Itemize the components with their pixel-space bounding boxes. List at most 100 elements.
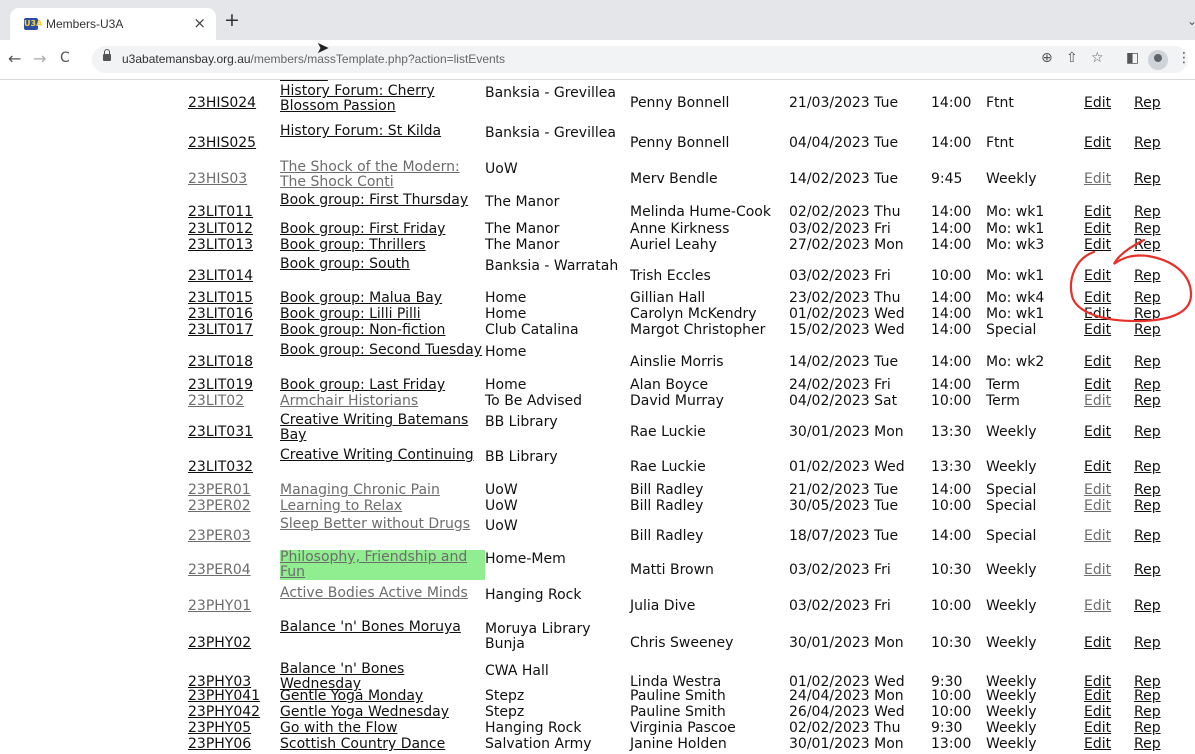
- edit-link-text[interactable]: Edit: [1084, 171, 1111, 187]
- event-code-link-text[interactable]: 23PHY06: [188, 736, 251, 752]
- course-title-link[interactable]: Sleep Better without Drugs: [280, 517, 485, 532]
- edit-link[interactable]: Edit: [1084, 689, 1111, 704]
- edit-link[interactable]: Edit: [1084, 499, 1111, 514]
- event-code-link-text[interactable]: 23PER01: [188, 482, 251, 498]
- event-code-link[interactable]: 23LIT011: [188, 205, 253, 220]
- course-title-link-text[interactable]: Balance 'n' Bones Moruya: [280, 619, 461, 635]
- course-title-link[interactable]: Book group: South: [280, 257, 485, 272]
- event-code-link-text[interactable]: 23PER04: [188, 562, 251, 578]
- event-code-link[interactable]: 23PHY041: [188, 689, 260, 704]
- edit-link-text[interactable]: Edit: [1084, 221, 1111, 237]
- event-code-link-text[interactable]: 23LIT013: [188, 237, 253, 253]
- rep-link-text[interactable]: Rep: [1134, 720, 1161, 736]
- event-code-link[interactable]: 23HIS025: [188, 136, 256, 151]
- event-code-link[interactable]: 23LIT012: [188, 222, 253, 237]
- rep-link[interactable]: Rep: [1134, 425, 1161, 440]
- edit-link[interactable]: Edit: [1084, 636, 1111, 651]
- rep-link-text[interactable]: Rep: [1134, 135, 1161, 151]
- rep-link-text[interactable]: Rep: [1134, 598, 1161, 614]
- course-title-link-text[interactable]: The Shock of the Modern: The Shock Conti: [280, 159, 460, 190]
- course-title-link[interactable]: Active Bodies Active Minds: [280, 586, 485, 601]
- event-code-link-text[interactable]: 23PHY041: [188, 688, 260, 704]
- edit-link-text[interactable]: Edit: [1084, 268, 1111, 284]
- course-title-link[interactable]: History Forum: St Kilda: [280, 124, 485, 139]
- course-title-link-text[interactable]: History Forum: St Kilda: [280, 123, 441, 139]
- edit-link[interactable]: Edit: [1084, 721, 1111, 736]
- event-code-link-text[interactable]: 23PHY05: [188, 720, 251, 736]
- event-code-link[interactable]: 23LIT016: [188, 307, 253, 322]
- course-title-link[interactable]: Philosophy, Friendship and Fun: [280, 550, 485, 580]
- event-code-link-text[interactable]: 23LIT017: [188, 322, 253, 338]
- course-title-link-text[interactable]: Sleep Better without Drugs: [280, 516, 470, 532]
- course-title-link-text[interactable]: Book group: Non-fiction: [280, 322, 445, 338]
- edit-link-text[interactable]: Edit: [1084, 204, 1111, 220]
- edit-link-text[interactable]: Edit: [1084, 736, 1111, 752]
- course-title-link-text[interactable]: Creative Writing Batemans Bay: [280, 412, 468, 443]
- event-code-link-text[interactable]: 23LIT032: [188, 459, 253, 475]
- course-title-link[interactable]: Armchair Historians: [280, 394, 485, 409]
- rep-link-text[interactable]: Rep: [1134, 306, 1161, 322]
- rep-link[interactable]: Rep: [1134, 291, 1161, 306]
- edit-link[interactable]: Edit: [1084, 378, 1111, 393]
- edit-link-text[interactable]: Edit: [1084, 459, 1111, 475]
- zoom-icon[interactable]: ⊕: [1041, 50, 1053, 66]
- course-title-link[interactable]: Managing Chronic Pain: [280, 483, 485, 498]
- event-code-link[interactable]: 23PER01: [188, 483, 251, 498]
- rep-link[interactable]: Rep: [1134, 355, 1161, 370]
- event-code-link[interactable]: 23HIS03: [188, 172, 247, 187]
- event-code-link[interactable]: 23LIT017: [188, 323, 253, 338]
- course-title-link-text[interactable]: Book group: South: [280, 256, 410, 272]
- tab-search-chevron-icon[interactable]: ⌄: [1187, 14, 1195, 28]
- course-title-link-text[interactable]: Philosophy, Friendship and Fun: [280, 550, 485, 580]
- rep-link[interactable]: Rep: [1134, 529, 1161, 544]
- edit-link-text[interactable]: Edit: [1084, 354, 1111, 370]
- edit-link-text[interactable]: Edit: [1084, 377, 1111, 393]
- edit-link[interactable]: Edit: [1084, 323, 1111, 338]
- edit-link[interactable]: Edit: [1084, 222, 1111, 237]
- url-text[interactable]: u3abatemansbay.org.au/members/massTempla…: [122, 52, 505, 66]
- close-tab-icon[interactable]: ×: [193, 14, 206, 32]
- rep-link-text[interactable]: Rep: [1134, 377, 1161, 393]
- edit-link-text[interactable]: Edit: [1084, 393, 1111, 409]
- course-title-link-text[interactable]: Book group: Second Tuesday: [280, 342, 482, 358]
- edit-link[interactable]: Edit: [1084, 205, 1111, 220]
- rep-link[interactable]: Rep: [1134, 460, 1161, 475]
- course-title-link[interactable]: Creative Writing Continuing: [280, 448, 485, 463]
- course-title-link[interactable]: Book group: Malua Bay: [280, 291, 485, 306]
- event-code-link-text[interactable]: 23PHY01: [188, 598, 251, 614]
- edit-link-text[interactable]: Edit: [1084, 598, 1111, 614]
- event-code-link-text[interactable]: 23PER03: [188, 528, 251, 544]
- rep-link[interactable]: Rep: [1134, 205, 1161, 220]
- edit-link-text[interactable]: Edit: [1084, 704, 1111, 720]
- rep-link[interactable]: Rep: [1134, 378, 1161, 393]
- rep-link-text[interactable]: Rep: [1134, 221, 1161, 237]
- course-title-link[interactable]: Go with the Flow: [280, 721, 485, 736]
- sidebar-icon[interactable]: ◧: [1126, 50, 1139, 66]
- rep-link-text[interactable]: Rep: [1134, 459, 1161, 475]
- edit-link-text[interactable]: Edit: [1084, 720, 1111, 736]
- event-code-link-text[interactable]: 23LIT019: [188, 377, 253, 393]
- course-title-link[interactable]: Book group: Non-fiction: [280, 323, 485, 338]
- edit-link-text[interactable]: Edit: [1084, 95, 1111, 111]
- rep-link-text[interactable]: Rep: [1134, 393, 1161, 409]
- rep-link-text[interactable]: Rep: [1134, 322, 1161, 338]
- course-title-link[interactable]: The Shock of the Modern: The Shock Conti: [280, 160, 485, 190]
- rep-link[interactable]: Rep: [1134, 172, 1161, 187]
- edit-link[interactable]: Edit: [1084, 737, 1111, 752]
- event-code-link-text[interactable]: 23HIS024: [188, 95, 256, 111]
- edit-link-text[interactable]: Edit: [1084, 498, 1111, 514]
- rep-link-text[interactable]: Rep: [1134, 498, 1161, 514]
- profile-avatar-icon[interactable]: [1148, 50, 1168, 70]
- course-title-link-text[interactable]: Active Bodies Active Minds: [280, 585, 468, 601]
- course-title-link-text[interactable]: Armchair Historians: [280, 393, 418, 409]
- edit-link-text[interactable]: Edit: [1084, 688, 1111, 704]
- edit-link[interactable]: Edit: [1084, 394, 1111, 409]
- rep-link[interactable]: Rep: [1134, 563, 1161, 578]
- event-code-link[interactable]: 23LIT02: [188, 394, 244, 409]
- event-code-link[interactable]: 23LIT015: [188, 291, 253, 306]
- rep-link-text[interactable]: Rep: [1134, 736, 1161, 752]
- course-title-link-text[interactable]: Book group: Malua Bay: [280, 290, 442, 306]
- rep-link-text[interactable]: Rep: [1134, 424, 1161, 440]
- event-code-link-text[interactable]: 23LIT016: [188, 306, 253, 322]
- event-code-link[interactable]: 23PHY042: [188, 705, 260, 720]
